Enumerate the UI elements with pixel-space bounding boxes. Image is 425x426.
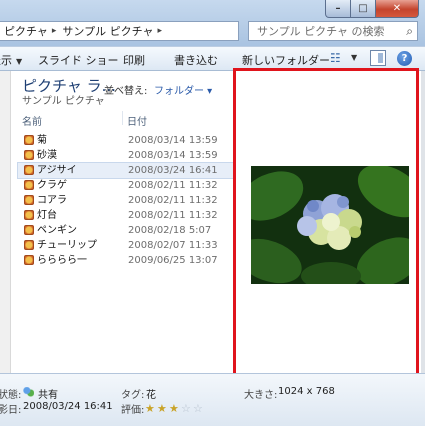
- rating-star-icon[interactable]: ★: [169, 402, 179, 415]
- size-value: 1024 x 768: [278, 386, 335, 397]
- file-date: 2008/02/11 11:32: [128, 210, 218, 221]
- image-file-icon: [24, 150, 34, 160]
- view-menu-button[interactable]: 表示▼: [0, 52, 22, 68]
- file-row-selected[interactable]: アジサイ 2008/03/24 16:41: [17, 162, 234, 179]
- file-name: らららら一: [37, 255, 87, 266]
- file-name: アジサイ: [37, 165, 77, 176]
- search-input[interactable]: サンプル ピクチャ の検索 ⌕: [248, 21, 418, 41]
- details-pane: 状態: 共有 撮影日: 2008/03/24 16:41 タグ: 花 評価: ★…: [0, 373, 425, 426]
- burn-button[interactable]: 書き込む: [174, 52, 218, 68]
- breadcrumb-separator-icon[interactable]: ▸: [50, 26, 59, 36]
- rating-star-empty-icon[interactable]: ☆: [181, 402, 191, 415]
- image-file-icon: [24, 210, 34, 220]
- breadcrumb-sample-pictures[interactable]: サンプル ピクチャ: [58, 23, 155, 39]
- file-row[interactable]: 砂漠 2008/03/14 13:59: [18, 148, 233, 163]
- new-folder-button[interactable]: 新しいフォルダー: [242, 52, 330, 68]
- file-date: 2008/02/11 11:32: [128, 195, 218, 206]
- file-date: 2008/02/11 11:32: [128, 180, 218, 191]
- preview-image: [251, 166, 409, 284]
- file-name: ペンギン: [37, 225, 77, 236]
- file-date: 2009/06/25 13:07: [128, 255, 218, 266]
- image-file-icon: [24, 225, 34, 235]
- navigation-pane-scrollbar[interactable]: [0, 71, 11, 373]
- column-divider[interactable]: [122, 111, 123, 125]
- image-file-icon: [24, 135, 34, 145]
- image-file-icon: [24, 255, 34, 265]
- search-icon[interactable]: ⌕: [406, 24, 413, 39]
- view-options-dropdown-icon[interactable]: ▼: [351, 53, 357, 62]
- image-file-icon: [24, 240, 34, 250]
- file-row[interactable]: コアラ 2008/02/11 11:32: [18, 193, 233, 208]
- help-icon[interactable]: ?: [397, 51, 412, 66]
- slideshow-button[interactable]: スライド ショー: [38, 52, 119, 68]
- rating-label: 評価:: [121, 405, 145, 416]
- file-name: 砂漠: [37, 150, 57, 161]
- rating-star-icon[interactable]: ★: [145, 402, 155, 415]
- view-options-icon[interactable]: ☷: [330, 51, 341, 65]
- arrange-by-label: 並べ替え:: [104, 86, 148, 97]
- rating-star-empty-icon[interactable]: ☆: [193, 402, 203, 415]
- file-row[interactable]: チューリップ 2008/02/07 11:33: [18, 238, 233, 253]
- file-row[interactable]: 灯台 2008/02/11 11:32: [18, 208, 233, 223]
- image-file-icon: [24, 180, 34, 190]
- preview-scrollbar[interactable]: [421, 71, 425, 373]
- close-button[interactable]: ✕: [376, 0, 419, 18]
- date-taken-label: 撮影日:: [0, 405, 22, 416]
- address-bar[interactable]: ピクチャ ▸ サンプル ピクチャ ▸: [0, 21, 239, 41]
- column-header-name[interactable]: 名前: [22, 113, 42, 128]
- minimize-button[interactable]: –: [325, 0, 351, 18]
- file-date: 2008/02/07 11:33: [128, 240, 218, 251]
- breadcrumb-pictures[interactable]: ピクチャ: [0, 23, 50, 39]
- date-taken-value: 2008/03/24 16:41: [23, 401, 113, 412]
- dropdown-arrow-icon: ▼: [16, 57, 23, 66]
- state-value: 共有: [38, 390, 58, 401]
- arrange-by-dropdown[interactable]: フォルダー ▾: [154, 82, 212, 97]
- file-date: 2008/02/18 5:07: [128, 225, 212, 236]
- library-subtitle: サンプル ピクチャ: [22, 96, 105, 107]
- maximize-button[interactable]: □: [351, 0, 376, 18]
- file-name: 灯台: [37, 210, 57, 221]
- breadcrumb-separator-icon[interactable]: ▸: [155, 26, 164, 36]
- tag-label: タグ:: [121, 390, 145, 401]
- shared-icon: [23, 387, 34, 397]
- file-date: 2008/03/14 13:59: [128, 135, 218, 146]
- file-row[interactable]: 菊 2008/03/14 13:59: [18, 133, 233, 148]
- size-label: 大きさ:: [244, 390, 278, 401]
- column-header-date[interactable]: 日付: [127, 113, 147, 128]
- print-button[interactable]: 印刷: [123, 52, 145, 68]
- preview-pane-toggle-icon[interactable]: [370, 50, 386, 66]
- state-label: 状態:: [0, 390, 22, 401]
- tag-value[interactable]: 花: [146, 386, 156, 401]
- file-row[interactable]: らららら一 2009/06/25 13:07: [18, 253, 233, 268]
- file-row[interactable]: クラゲ 2008/02/11 11:32: [18, 178, 233, 193]
- file-list: 菊 2008/03/14 13:59 砂漠 2008/03/14 13:59 アジサ…: [17, 133, 234, 268]
- rating-star-icon[interactable]: ★: [157, 402, 167, 415]
- window-controls: – □ ✕: [325, 0, 419, 18]
- file-name: クラゲ: [37, 180, 67, 191]
- file-date: 2008/03/14 13:59: [128, 150, 218, 161]
- file-name: コアラ: [37, 195, 67, 206]
- file-name: チューリップ: [37, 240, 97, 251]
- image-file-icon: [24, 165, 34, 175]
- file-date: 2008/03/24 16:41: [128, 165, 218, 176]
- file-name: 菊: [37, 135, 47, 146]
- file-row[interactable]: ペンギン 2008/02/18 5:07: [18, 223, 233, 238]
- image-file-icon: [24, 195, 34, 205]
- search-placeholder: サンプル ピクチャ の検索: [257, 25, 385, 38]
